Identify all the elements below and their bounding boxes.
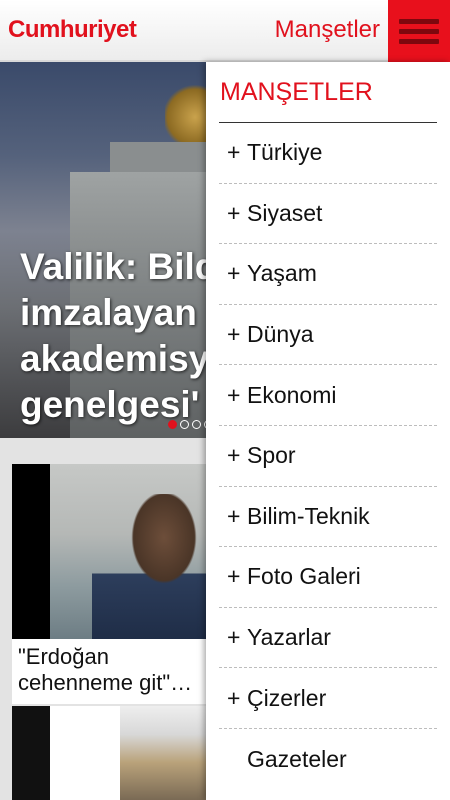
slider-dot[interactable] bbox=[192, 420, 201, 429]
category-list: + Türkiye + Siyaset + Yaşam + Dünya + Ekonomi… bbox=[219, 123, 437, 790]
slider-dot[interactable] bbox=[180, 420, 189, 429]
plus-icon: + bbox=[227, 502, 241, 529]
dropdown-title: MANŞETLER bbox=[220, 78, 373, 106]
menu-item-yasam[interactable]: + Yaşam bbox=[219, 244, 437, 305]
news-card[interactable] bbox=[12, 706, 212, 800]
section-title: Manşetler bbox=[274, 16, 380, 43]
news-card-image bbox=[120, 706, 212, 800]
menu-item-ekonomi[interactable]: + Ekonomi bbox=[219, 365, 437, 426]
plus-icon: + bbox=[227, 442, 241, 469]
menu-bar bbox=[399, 38, 439, 44]
cumhuriyet-logo[interactable]: Cumhuriyet bbox=[8, 16, 137, 44]
menu-item-label: Türkiye bbox=[247, 139, 323, 166]
plus-icon: + bbox=[227, 321, 241, 348]
menu-item-siyaset[interactable]: + Siyaset bbox=[219, 184, 437, 245]
menu-item-foto-galeri[interactable]: + Foto Galeri bbox=[219, 547, 437, 608]
menu-item-label: Dünya bbox=[247, 321, 314, 348]
menu-bar bbox=[399, 18, 439, 24]
menu-item-label: Ekonomi bbox=[247, 381, 337, 408]
menu-item-label: Spor bbox=[247, 442, 296, 469]
photo-person bbox=[92, 494, 212, 639]
menu-item-yazarlar[interactable]: + Yazarlar bbox=[219, 608, 437, 669]
news-card-caption[interactable]: "Erdoğan cehenneme git"… bbox=[18, 644, 208, 696]
menu-item-label: Bilim-Teknik bbox=[247, 502, 370, 529]
slider-dot-active[interactable] bbox=[168, 420, 177, 429]
plus-icon: + bbox=[227, 199, 241, 226]
menu-item-label: Yaşam bbox=[247, 260, 317, 287]
plus-icon: + bbox=[227, 563, 241, 590]
plus-icon: + bbox=[227, 684, 241, 711]
news-card-image-strip bbox=[12, 706, 50, 800]
category-dropdown-menu: MANŞETLER + Türkiye + Siyaset + Yaşam + Düny… bbox=[206, 62, 450, 800]
plus-icon: + bbox=[227, 139, 241, 166]
menu-item-spor[interactable]: + Spor bbox=[219, 426, 437, 487]
menu-item-turkiye[interactable]: + Türkiye bbox=[219, 123, 437, 184]
menu-item-gazeteler[interactable]: Gazeteler bbox=[219, 729, 437, 790]
plus-icon: + bbox=[227, 624, 241, 651]
menu-item-dunya[interactable]: + Dünya bbox=[219, 305, 437, 366]
menu-item-label: Çizerler bbox=[247, 684, 327, 711]
plus-icon: + bbox=[227, 260, 241, 287]
hamburger-menu-icon[interactable] bbox=[388, 0, 450, 62]
menu-bar bbox=[399, 28, 439, 34]
menu-item-cizerler[interactable]: + Çizerler bbox=[219, 668, 437, 729]
menu-item-bilim-teknik[interactable]: + Bilim-Teknik bbox=[219, 487, 437, 548]
menu-item-label: Gazeteler bbox=[247, 745, 347, 772]
menu-item-label: Siyaset bbox=[247, 199, 323, 226]
news-card-image bbox=[12, 464, 212, 639]
news-card[interactable]: "Erdoğan cehenneme git"… bbox=[12, 464, 212, 704]
plus-icon: + bbox=[227, 381, 241, 408]
app-header: Cumhuriyet Manşetler bbox=[0, 0, 450, 62]
menu-item-label: Foto Galeri bbox=[247, 563, 361, 590]
menu-item-label: Yazarlar bbox=[247, 624, 331, 651]
